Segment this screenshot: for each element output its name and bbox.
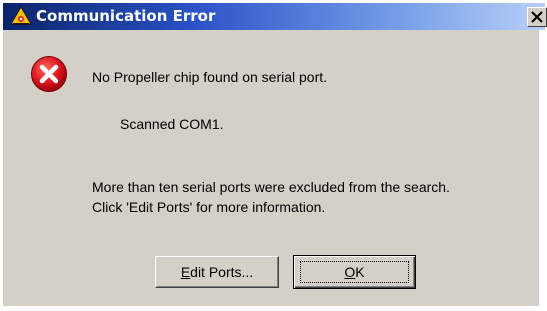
error-icon: [30, 55, 68, 93]
ok-button[interactable]: OK: [293, 255, 416, 289]
dialog-body: No Propeller chip found on serial port. …: [3, 30, 539, 306]
error-message: No Propeller chip found on serial port.: [92, 69, 328, 85]
propeller-app-icon: [10, 6, 32, 26]
edit-ports-hint-text: Click 'Edit Ports' for more information.: [92, 199, 326, 215]
excluded-ports-text: More than ten serial ports were excluded…: [92, 179, 450, 195]
close-icon: [531, 11, 543, 23]
dialog-window: Communication Error No Propeller chip fo…: [0, 0, 547, 311]
title-bar[interactable]: Communication Error: [3, 3, 547, 30]
ok-button-label: OK: [344, 264, 365, 280]
scanned-ports-text: Scanned COM1.: [120, 116, 224, 132]
close-button[interactable]: [527, 7, 547, 27]
window-title: Communication Error: [36, 7, 216, 25]
edit-ports-button-label: Edit Ports...: [180, 264, 254, 280]
edit-ports-button[interactable]: Edit Ports...: [155, 256, 279, 288]
